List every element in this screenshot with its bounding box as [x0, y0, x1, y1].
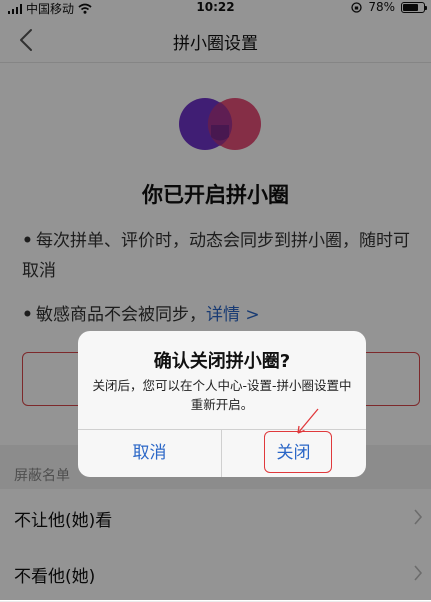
- dialog-title: 确认关闭拼小圈?: [153, 351, 291, 372]
- highlight-box: [264, 431, 332, 473]
- cancel-button[interactable]: 取消: [78, 429, 221, 477]
- arrow-icon: [297, 408, 319, 434]
- modal-overlay[interactable]: [0, 0, 431, 600]
- confirm-dialog: 确认关闭拼小圈? 关闭后，您可以在个人中心-设置-拼小圈设置中重新开启。 取消 …: [78, 331, 366, 477]
